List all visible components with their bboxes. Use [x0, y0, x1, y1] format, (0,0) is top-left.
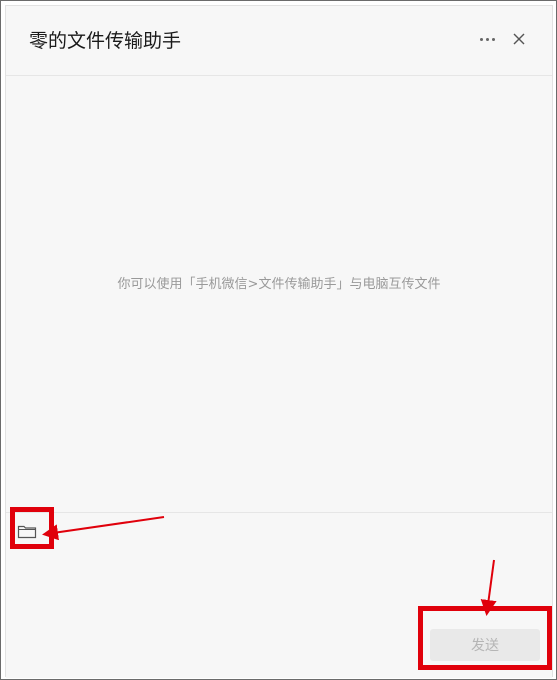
folder-icon	[17, 525, 37, 539]
message-area: 你可以使用「手机微信>文件传输助手」与电脑互传文件	[6, 77, 552, 512]
chat-title: 零的文件传输助手	[29, 30, 182, 52]
send-file-button[interactable]	[16, 521, 38, 541]
composer-toolbar	[6, 513, 552, 547]
composer: 发送	[6, 512, 552, 678]
close-button[interactable]	[506, 26, 532, 52]
more-icon	[478, 37, 496, 41]
chat-header: 零的文件传输助手	[6, 6, 552, 76]
send-button[interactable]: 发送	[430, 629, 540, 661]
close-icon	[513, 33, 525, 45]
empty-hint: 你可以使用「手机微信>文件传输助手」与电脑互传文件	[117, 277, 441, 292]
message-input[interactable]	[18, 549, 538, 623]
chat-window: 零的文件传输助手 你可以使用「手机微信>文件传输助手」与电脑互传文件 发送	[5, 5, 553, 678]
screenshot-frame: 零的文件传输助手 你可以使用「手机微信>文件传输助手」与电脑互传文件 发送	[0, 0, 557, 680]
more-button[interactable]	[474, 26, 500, 52]
